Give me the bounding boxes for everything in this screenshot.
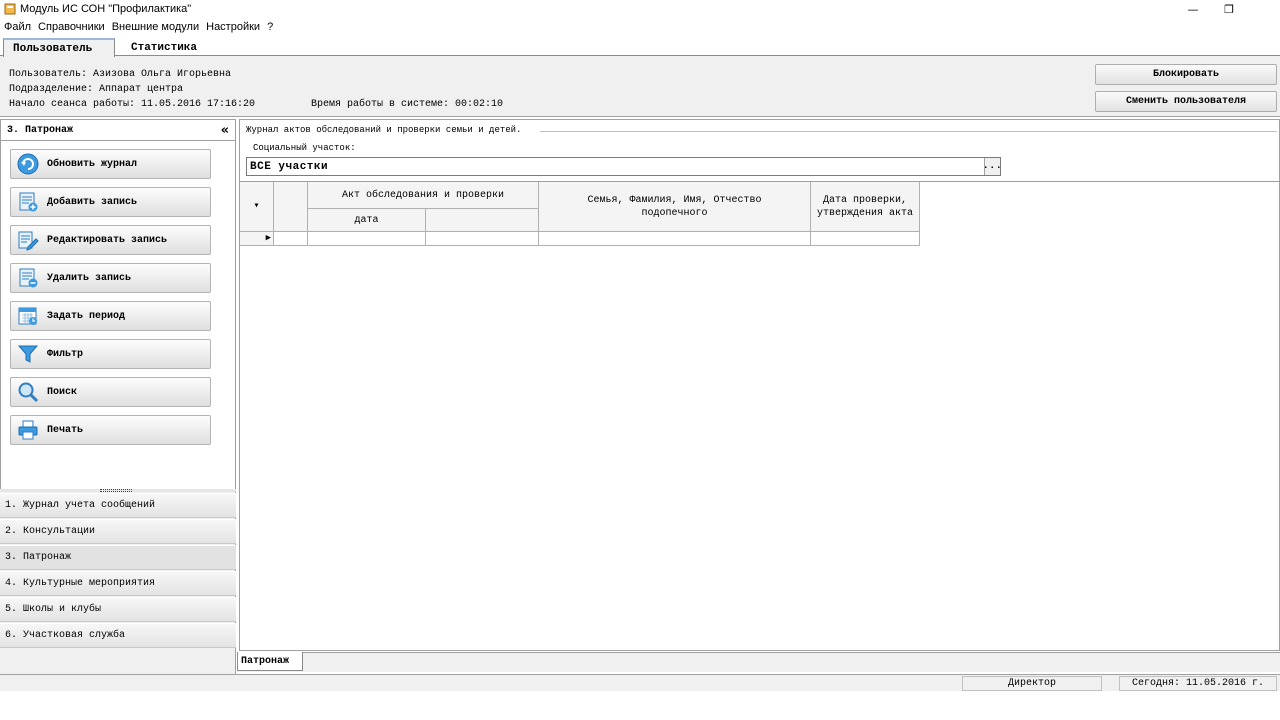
journal-group-label: Журнал актов обследований и проверки сем… xyxy=(246,125,526,135)
tab-patronage[interactable]: Патронаж xyxy=(237,652,303,671)
search-icon xyxy=(18,382,39,403)
splitter[interactable] xyxy=(0,489,236,492)
printer-icon xyxy=(18,420,38,440)
actions-area: Обновить журнал Добавить запись Редактир… xyxy=(0,141,236,489)
menu-file[interactable]: Файл xyxy=(4,21,31,33)
grid-header-act[interactable]: Акт обследования и проверки xyxy=(308,182,539,209)
grid-cell[interactable] xyxy=(426,232,539,246)
print-button[interactable]: Печать xyxy=(10,415,211,445)
district-selector[interactable]: ВСЕ участки ... xyxy=(246,157,1002,176)
filter-button[interactable]: Фильтр xyxy=(10,339,211,369)
action-label: Добавить запись xyxy=(47,196,138,208)
department: Подразделение: Аппарат центра xyxy=(9,84,184,95)
search-button[interactable]: Поиск xyxy=(10,377,211,407)
status-bar: Директор Сегодня: 11.05.2016 г. xyxy=(0,674,1280,691)
nav-consultations[interactable]: 2. Консультации xyxy=(0,519,236,544)
grid-cell[interactable] xyxy=(811,232,920,246)
bottom-tabs: Патронаж xyxy=(237,652,1280,672)
menu-references[interactable]: Справочники xyxy=(38,21,105,33)
grid-header-blank xyxy=(274,182,308,232)
restore-icon[interactable]: ❐ xyxy=(1206,0,1252,18)
refresh-icon xyxy=(17,153,39,175)
edit-record-button[interactable]: Редактировать запись xyxy=(10,225,211,255)
nav-district-service[interactable]: 6. Участковая служба xyxy=(0,623,236,648)
collapse-icon[interactable]: « xyxy=(221,123,229,138)
menu-external-modules[interactable]: Внешние модули xyxy=(112,21,199,33)
sort-icon[interactable]: ▾ xyxy=(240,182,274,232)
action-label: Удалить запись xyxy=(47,272,132,284)
grid-cell[interactable] xyxy=(539,232,811,246)
grid-cell[interactable] xyxy=(274,232,308,246)
session-time: Время работы в системе: 00:02:10 xyxy=(311,99,504,110)
add-record-icon xyxy=(19,192,38,212)
grid-header-family[interactable]: Семья, Фамилия, Имя, Отчество подопечног… xyxy=(539,182,811,232)
nav-patronage[interactable]: 3. Патронаж xyxy=(0,545,236,570)
set-period-button[interactable]: Задать период xyxy=(10,301,211,331)
user-tabs: Статистика xyxy=(0,36,1280,56)
menu-settings[interactable]: Настройки xyxy=(206,21,260,33)
nav-schools-clubs[interactable]: 5. Школы и клубы xyxy=(0,597,236,622)
action-label: Печать xyxy=(47,424,84,436)
title-bar: Модуль ИС СОН "Профилактика" — ❐ xyxy=(0,0,1280,18)
group-divider xyxy=(540,131,1277,132)
edit-record-icon xyxy=(18,231,39,251)
grid-header-act-date[interactable]: дата xyxy=(308,209,426,232)
left-panel: 3. Патронаж « Обновить журнал Добавить з… xyxy=(0,119,236,674)
district-value: ВСЕ участки xyxy=(250,160,329,173)
left-panel-header: 3. Патронаж « xyxy=(0,119,236,141)
session-start: Начало сеанса работы: 11.05.2016 17:16:2… xyxy=(9,99,256,110)
window-title: Модуль ИС СОН "Профилактика" xyxy=(20,3,192,15)
add-record-button[interactable]: Добавить запись xyxy=(10,187,211,217)
block-button[interactable]: Блокировать xyxy=(1095,64,1277,85)
menu-bar: Файл Справочники Внешние модули Настройк… xyxy=(0,18,1280,35)
tab-user[interactable]: Пользователь xyxy=(3,38,115,57)
delete-record-icon xyxy=(19,268,38,288)
splitter-grip[interactable] xyxy=(100,489,132,492)
left-panel-title: 3. Патронаж xyxy=(7,124,74,136)
delete-record-button[interactable]: Удалить запись xyxy=(10,263,211,293)
grid-cell[interactable] xyxy=(308,232,426,246)
tab-statistics[interactable]: Статистика xyxy=(122,39,222,57)
main-panel: Журнал актов обследований и проверки сем… xyxy=(239,119,1280,651)
action-label: Обновить журнал xyxy=(47,158,138,170)
app-icon xyxy=(4,3,16,15)
calendar-icon xyxy=(18,307,37,325)
menu-help[interactable]: ? xyxy=(267,21,273,33)
action-label: Фильтр xyxy=(47,348,84,360)
grid-header-act-blank[interactable] xyxy=(426,209,539,232)
action-label: Поиск xyxy=(47,386,78,398)
switch-user-button[interactable]: Сменить пользователя xyxy=(1095,91,1277,112)
grid-header-check-date[interactable]: Дата проверки, утверждения акта xyxy=(811,182,920,232)
action-label: Задать период xyxy=(47,310,126,322)
status-role: Директор xyxy=(962,676,1102,691)
user-name: Пользователь: Азизова Ольга Игорьевна xyxy=(9,69,232,80)
refresh-journal-button[interactable]: Обновить журнал xyxy=(10,149,211,179)
status-today: Сегодня: 11.05.2016 г. xyxy=(1119,676,1277,691)
district-browse-button[interactable]: ... xyxy=(983,158,1002,175)
district-label: Социальный участок: xyxy=(253,143,356,153)
action-label: Редактировать запись xyxy=(47,234,168,246)
row-pointer-icon[interactable]: ▶ xyxy=(240,232,274,246)
nav-cultural-events[interactable]: 4. Культурные мероприятия xyxy=(0,571,236,596)
filter-icon xyxy=(17,345,39,363)
user-info-panel: Пользователь: Азизова Ольга Игорьевна По… xyxy=(0,56,1280,117)
nav-messages-journal[interactable]: 1. Журнал учета сообщений xyxy=(0,493,236,518)
